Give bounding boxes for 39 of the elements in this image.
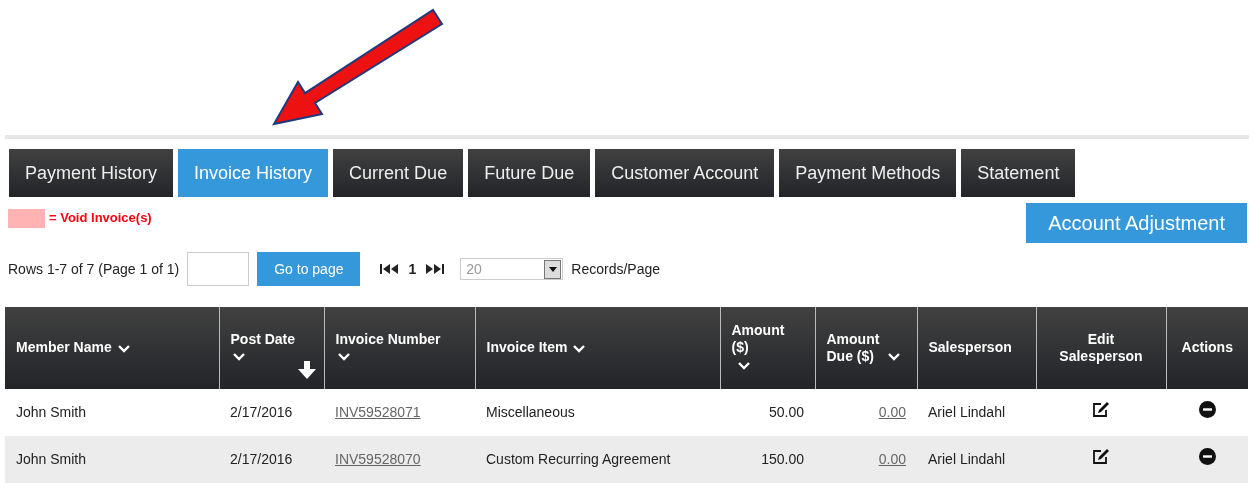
column-header[interactable]: Invoice Item: [486, 339, 568, 357]
page-size-label: Records/Page: [571, 259, 660, 279]
table-cell: Custom Recurring Agreement: [486, 451, 671, 467]
last-page-icon[interactable]: [424, 264, 445, 274]
legend-label: = Void Invoice(s): [49, 209, 152, 228]
tab[interactable]: Future Due: [468, 149, 591, 197]
table-cell: 50.00: [768, 404, 804, 420]
column-header[interactable]: Member Name: [16, 339, 112, 357]
remove-icon[interactable]: [1198, 448, 1216, 465]
table-cell: John Smith: [16, 404, 87, 420]
page-input[interactable]: [187, 252, 250, 286]
caret-icon: [548, 266, 557, 272]
table-cell: Ariel Lindahl: [928, 404, 1006, 420]
column-header[interactable]: Post Date: [230, 330, 296, 348]
edit-icon[interactable]: [1092, 401, 1110, 418]
table-cell: John Smith: [16, 451, 87, 467]
edit-icon[interactable]: [1092, 448, 1110, 465]
tab[interactable]: Customer Account: [595, 149, 775, 197]
tab[interactable]: Current Due: [333, 149, 464, 197]
invoice-link[interactable]: INV59528070: [335, 451, 421, 467]
amount-due-link[interactable]: 0.00: [878, 404, 906, 420]
invoice-link[interactable]: INV59528071: [335, 404, 421, 420]
tab[interactable]: Statement: [961, 149, 1076, 197]
tab[interactable]: Payment Methods: [779, 149, 957, 197]
table-cell: 150.00: [761, 451, 804, 467]
dropdown-button[interactable]: [544, 259, 562, 279]
tab[interactable]: Payment History: [9, 149, 174, 197]
column-header[interactable]: Salesperson: [928, 339, 1012, 357]
column-header[interactable]: Invoice Number: [335, 330, 441, 348]
table-cell: 2/17/2016: [230, 451, 293, 467]
first-page-icon[interactable]: [380, 264, 401, 274]
amount-due-link[interactable]: 0.00: [878, 451, 906, 467]
table-cell: Miscellaneous: [486, 404, 575, 420]
rows-info: Rows 1-7 of 7 (Page 1 of 1): [8, 259, 180, 279]
table-cell: 2/17/2016: [230, 404, 293, 420]
remove-icon[interactable]: [1198, 401, 1216, 418]
column-header[interactable]: Actions: [1181, 339, 1233, 357]
table-cell: Ariel Lindahl: [928, 451, 1006, 467]
page-number[interactable]: 1: [408, 258, 417, 280]
